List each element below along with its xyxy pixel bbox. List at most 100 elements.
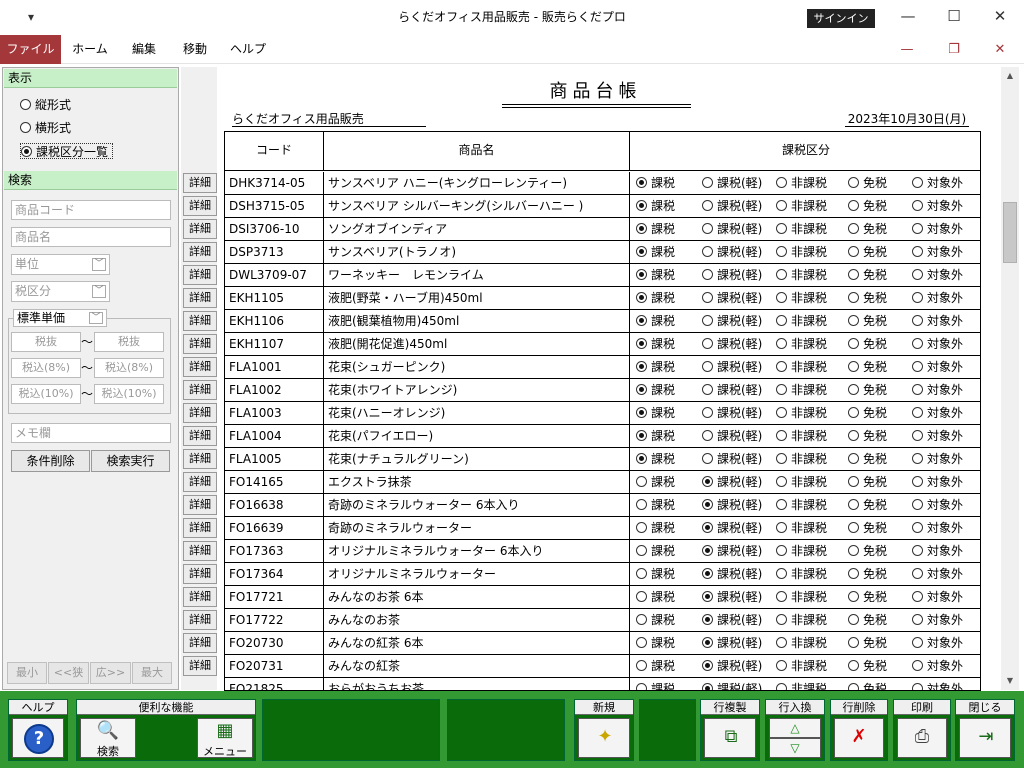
detail-button[interactable]: 詳細 bbox=[183, 472, 217, 492]
tax-option-radio[interactable]: 免税 bbox=[848, 540, 887, 562]
tax-option-radio[interactable]: 対象外 bbox=[912, 333, 963, 355]
tax-option-radio[interactable]: 課税(軽) bbox=[702, 310, 762, 332]
detail-button[interactable]: 詳細 bbox=[183, 610, 217, 630]
move-row-up-button[interactable]: △ bbox=[769, 718, 821, 738]
tax-option-radio[interactable]: 課税 bbox=[636, 218, 675, 240]
tax-option-radio[interactable]: 免税 bbox=[848, 517, 887, 539]
tax-option-radio[interactable]: 対象外 bbox=[912, 448, 963, 470]
doc-restore-button[interactable]: ❐ bbox=[934, 35, 974, 64]
maximize-button[interactable]: ☐ bbox=[931, 0, 977, 33]
tax-option-radio[interactable]: 課税 bbox=[636, 586, 675, 608]
detail-button[interactable]: 詳細 bbox=[183, 587, 217, 607]
tax-option-radio[interactable]: 課税(軽) bbox=[702, 241, 762, 263]
tax-option-radio[interactable]: 免税 bbox=[848, 310, 887, 332]
tax-option-radio[interactable]: 非課税 bbox=[776, 494, 827, 516]
detail-button[interactable]: 詳細 bbox=[183, 173, 217, 193]
tax-option-radio[interactable]: 免税 bbox=[848, 195, 887, 217]
tax-option-radio[interactable]: 課税 bbox=[636, 517, 675, 539]
tax-option-radio[interactable]: 課税(軽) bbox=[702, 287, 762, 309]
detail-button[interactable]: 詳細 bbox=[183, 219, 217, 239]
detail-button[interactable]: 詳細 bbox=[183, 242, 217, 262]
tax-option-radio[interactable]: 課税(軽) bbox=[702, 172, 762, 194]
chevron-down-icon[interactable]: ﹀ bbox=[89, 312, 103, 324]
tax-option-radio[interactable]: 対象外 bbox=[912, 356, 963, 378]
tax-option-radio[interactable]: 課税 bbox=[636, 356, 675, 378]
doc-minimize-button[interactable]: — bbox=[887, 35, 927, 64]
chevron-down-icon[interactable]: ﹀ bbox=[92, 285, 106, 298]
price-incl8-from-input[interactable]: 税込(8%) bbox=[11, 358, 81, 378]
tax-option-radio[interactable]: 非課税 bbox=[776, 609, 827, 631]
tax-option-radio[interactable]: 課税 bbox=[636, 609, 675, 631]
zoom-wide-button[interactable]: 広>> bbox=[90, 662, 131, 684]
tax-option-radio[interactable]: 非課税 bbox=[776, 195, 827, 217]
tax-option-radio[interactable]: 課税(軽) bbox=[702, 402, 762, 424]
tax-option-radio[interactable]: 課税(軽) bbox=[702, 494, 762, 516]
tax-option-radio[interactable]: 対象外 bbox=[912, 471, 963, 493]
tax-option-radio[interactable]: 課税 bbox=[636, 448, 675, 470]
execute-search-button[interactable]: 検索実行 bbox=[91, 450, 170, 472]
tax-option-radio[interactable]: 課税 bbox=[636, 402, 675, 424]
minimize-button[interactable]: — bbox=[885, 0, 931, 33]
tax-option-radio[interactable]: 対象外 bbox=[912, 195, 963, 217]
tax-option-radio[interactable]: 免税 bbox=[848, 448, 887, 470]
tax-option-radio[interactable]: 免税 bbox=[848, 287, 887, 309]
detail-button[interactable]: 詳細 bbox=[183, 311, 217, 331]
zoom-narrow-button[interactable]: <<狭 bbox=[48, 662, 89, 684]
tax-option-radio[interactable]: 課税 bbox=[636, 241, 675, 263]
tax-option-radio[interactable]: 対象外 bbox=[912, 241, 963, 263]
tax-option-radio[interactable]: 非課税 bbox=[776, 540, 827, 562]
detail-button[interactable]: 詳細 bbox=[183, 541, 217, 561]
tax-option-radio[interactable]: 課税 bbox=[636, 425, 675, 447]
tax-option-radio[interactable]: 非課税 bbox=[776, 563, 827, 585]
tax-option-radio[interactable]: 課税 bbox=[636, 471, 675, 493]
tax-option-radio[interactable]: 免税 bbox=[848, 172, 887, 194]
tax-option-radio[interactable]: 対象外 bbox=[912, 264, 963, 286]
tax-option-radio[interactable]: 非課税 bbox=[776, 655, 827, 677]
tax-option-radio[interactable]: 対象外 bbox=[912, 310, 963, 332]
detail-button[interactable]: 詳細 bbox=[183, 334, 217, 354]
radio-horizontal-format[interactable]: 横形式 bbox=[20, 120, 71, 136]
tax-option-radio[interactable]: 免税 bbox=[848, 356, 887, 378]
tax-option-radio[interactable]: 非課税 bbox=[776, 471, 827, 493]
close-button[interactable]: ✕ bbox=[977, 0, 1023, 33]
tax-option-radio[interactable]: 免税 bbox=[848, 333, 887, 355]
detail-button[interactable]: 詳細 bbox=[183, 403, 217, 423]
tax-option-radio[interactable]: 課税(軽) bbox=[702, 333, 762, 355]
tax-option-radio[interactable]: 免税 bbox=[848, 563, 887, 585]
scroll-up-icon[interactable]: ▲ bbox=[1001, 67, 1019, 84]
detail-button[interactable]: 詳細 bbox=[183, 518, 217, 538]
tax-option-radio[interactable]: 免税 bbox=[848, 655, 887, 677]
tax-option-radio[interactable]: 課税(軽) bbox=[702, 471, 762, 493]
tax-option-radio[interactable]: 非課税 bbox=[776, 264, 827, 286]
clear-conditions-button[interactable]: 条件削除 bbox=[11, 450, 90, 472]
tax-option-radio[interactable]: 対象外 bbox=[912, 563, 963, 585]
tax-option-radio[interactable]: 非課税 bbox=[776, 448, 827, 470]
close-form-button[interactable]: ⇥ bbox=[959, 718, 1011, 758]
tax-option-radio[interactable]: 対象外 bbox=[912, 678, 963, 690]
tax-option-radio[interactable]: 課税(軽) bbox=[702, 563, 762, 585]
tax-option-radio[interactable]: 課税 bbox=[636, 494, 675, 516]
price-incl8-to-input[interactable]: 税込(8%) bbox=[94, 358, 164, 378]
tax-option-radio[interactable]: 対象外 bbox=[912, 494, 963, 516]
tax-option-radio[interactable]: 対象外 bbox=[912, 632, 963, 654]
menu-move[interactable]: 移動 bbox=[172, 35, 218, 64]
tax-option-radio[interactable]: 免税 bbox=[848, 678, 887, 690]
tax-option-radio[interactable]: 免税 bbox=[848, 609, 887, 631]
detail-button[interactable]: 詳細 bbox=[183, 196, 217, 216]
copy-row-button[interactable]: ⧉ bbox=[704, 718, 756, 758]
menu-edit[interactable]: 編集 bbox=[120, 35, 168, 64]
price-incl10-to-input[interactable]: 税込(10%) bbox=[94, 384, 164, 404]
detail-button[interactable]: 詳細 bbox=[183, 449, 217, 469]
tax-option-radio[interactable]: 課税 bbox=[636, 333, 675, 355]
product-code-input[interactable]: 商品コード bbox=[11, 200, 171, 220]
tax-option-radio[interactable]: 課税(軽) bbox=[702, 655, 762, 677]
menu-help[interactable]: ヘルプ bbox=[222, 35, 274, 64]
tax-option-radio[interactable]: 免税 bbox=[848, 471, 887, 493]
tax-option-radio[interactable]: 非課税 bbox=[776, 632, 827, 654]
product-name-input[interactable]: 商品名 bbox=[11, 227, 171, 247]
detail-button[interactable]: 詳細 bbox=[183, 495, 217, 515]
tax-option-radio[interactable]: 免税 bbox=[848, 586, 887, 608]
tax-option-radio[interactable]: 対象外 bbox=[912, 586, 963, 608]
tax-option-radio[interactable]: 対象外 bbox=[912, 609, 963, 631]
detail-button[interactable]: 詳細 bbox=[183, 380, 217, 400]
